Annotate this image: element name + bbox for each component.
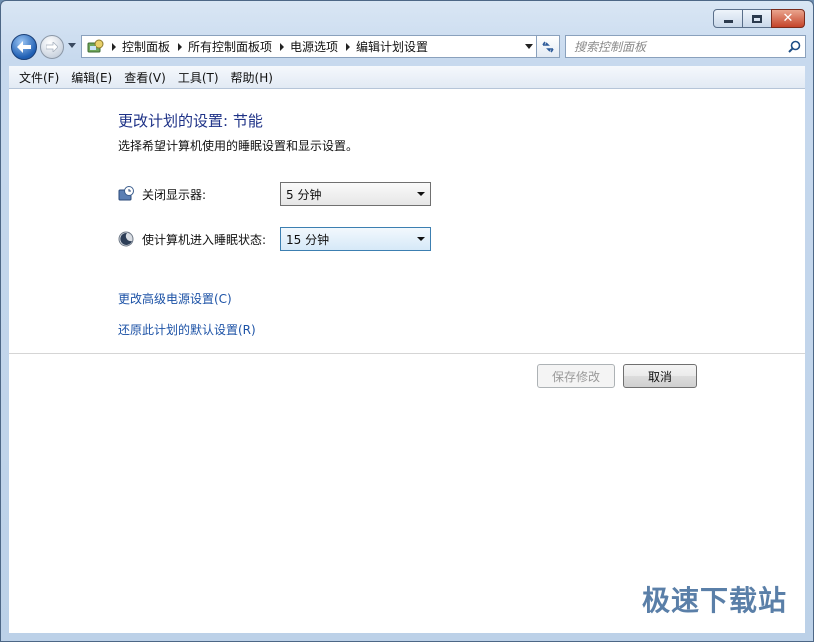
menu-edit[interactable]: 编辑(E) [65, 69, 118, 86]
sleep-setting: 使计算机进入睡眠状态: [118, 227, 266, 251]
close-icon: ✕ [782, 11, 794, 26]
chevron-down-icon [417, 192, 425, 196]
save-changes-button[interactable]: 保存修改 [537, 364, 615, 388]
breadcrumb-control-panel[interactable]: 控制面板 [122, 38, 170, 55]
display-clock-icon [118, 186, 134, 201]
forward-button[interactable] [40, 35, 64, 59]
control-panel-icon [87, 39, 104, 52]
breadcrumb-edit-plan[interactable]: 编辑计划设置 [356, 38, 428, 55]
back-arrow-icon [17, 41, 31, 53]
menu-file[interactable]: 文件(F) [13, 69, 65, 86]
forward-arrow-icon [46, 42, 58, 52]
menu-help[interactable]: 帮助(H) [225, 69, 279, 86]
back-button[interactable] [11, 34, 37, 60]
address-dropdown-icon[interactable] [525, 44, 533, 49]
display-off-label: 关闭显示器: [142, 187, 207, 202]
breadcrumb-separator-icon[interactable] [112, 42, 116, 51]
menu-bar: 文件(F) 编辑(E) 查看(V) 工具(T) 帮助(H) [9, 66, 805, 89]
sleep-value: 15 分钟 [286, 232, 330, 247]
explorer-window: ✕ 控制面板 所有控制面板项 电源选项 编辑计划设置 搜索控制面板 文件(F) … [0, 0, 814, 642]
breadcrumb-separator-icon[interactable] [346, 42, 351, 51]
refresh-button[interactable] [536, 35, 560, 58]
menu-view[interactable]: 查看(V) [118, 69, 172, 86]
search-icon[interactable] [783, 40, 805, 53]
minimize-button[interactable] [713, 9, 743, 28]
page-title: 更改计划的设置: 节能 [118, 112, 263, 130]
sleep-moon-icon [118, 231, 134, 247]
display-off-select[interactable]: 5 分钟 [280, 182, 431, 206]
display-off-value: 5 分钟 [286, 187, 322, 202]
watermark-logo: 极速下载站 [641, 584, 787, 617]
close-button[interactable]: ✕ [771, 9, 805, 28]
address-bar[interactable]: 控制面板 所有控制面板项 电源选项 编辑计划设置 [81, 35, 540, 58]
content-pane: 更改计划的设置: 节能 选择希望计算机使用的睡眠设置和显示设置。 关闭显示器: … [9, 89, 805, 633]
search-box[interactable] [565, 35, 806, 58]
restore-defaults-link[interactable]: 还原此计划的默认设置(R) [118, 321, 256, 338]
breadcrumb-power-options[interactable]: 电源选项 [290, 38, 338, 55]
maximize-icon [752, 14, 762, 23]
search-input[interactable] [566, 36, 783, 57]
sleep-select[interactable]: 15 分钟 [280, 227, 431, 251]
cancel-button[interactable]: 取消 [623, 364, 697, 388]
divider [9, 353, 805, 354]
chevron-down-icon [417, 237, 425, 241]
breadcrumb-separator-icon[interactable] [178, 42, 183, 51]
page-subtitle: 选择希望计算机使用的睡眠设置和显示设置。 [118, 139, 359, 153]
breadcrumb-all-items[interactable]: 所有控制面板项 [188, 38, 272, 55]
breadcrumb-separator-icon[interactable] [280, 42, 285, 51]
refresh-icon [542, 41, 554, 52]
sleep-label: 使计算机进入睡眠状态: [142, 232, 267, 247]
recent-pages-dropdown-icon[interactable] [68, 43, 76, 48]
menu-tools[interactable]: 工具(T) [172, 69, 225, 86]
minimize-icon [723, 20, 733, 23]
caption-buttons: ✕ [713, 9, 805, 28]
display-off-setting: 关闭显示器: [118, 182, 206, 206]
maximize-button[interactable] [742, 9, 772, 28]
navigation-bar: 控制面板 所有控制面板项 电源选项 编辑计划设置 [9, 33, 806, 61]
advanced-power-settings-link[interactable]: 更改高级电源设置(C) [118, 290, 232, 307]
